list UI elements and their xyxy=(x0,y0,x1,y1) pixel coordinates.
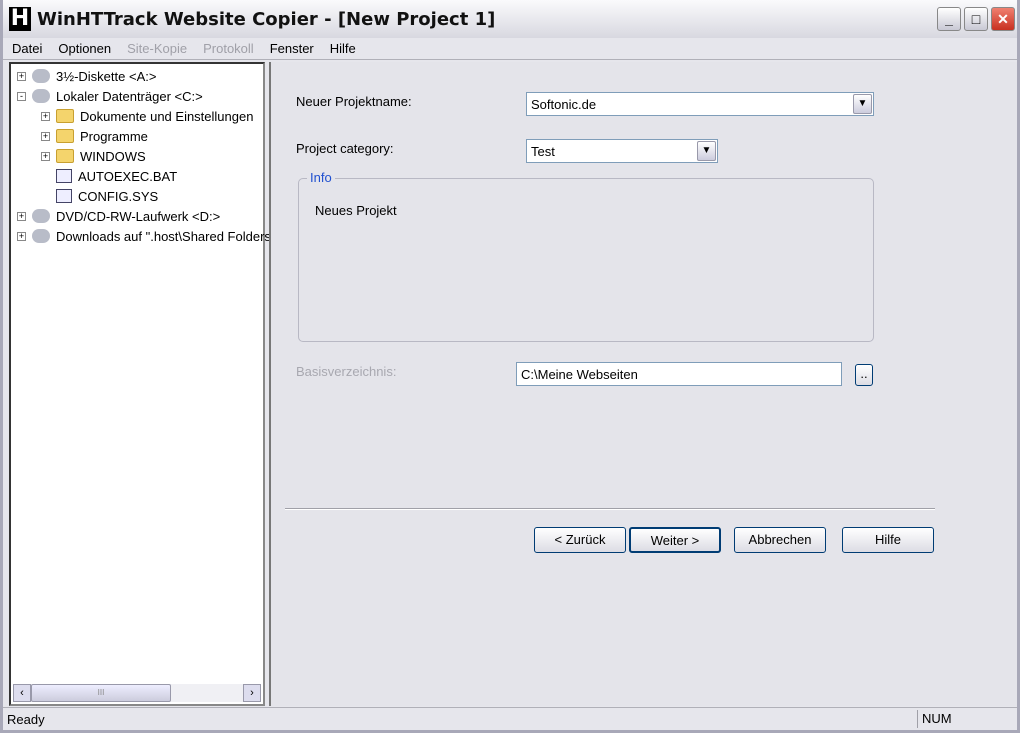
status-text: Ready xyxy=(7,711,45,727)
tree-item-label: CONFIG.SYS xyxy=(78,188,159,204)
next-button[interactable]: Weiter > xyxy=(629,527,721,553)
separator xyxy=(285,508,935,510)
tree-item[interactable]: + Dokumente und Einstellungen xyxy=(41,106,253,126)
tree-item-label: Dokumente und Einstellungen xyxy=(80,108,254,124)
tree-item[interactable]: CONFIG.SYS xyxy=(41,186,158,206)
tree-item[interactable]: AUTOEXEC.BAT xyxy=(41,166,177,186)
maximize-button[interactable]: □ xyxy=(964,7,988,31)
cd-drive-icon xyxy=(32,209,50,223)
info-title: Info xyxy=(307,170,335,185)
tree-item-label: Downloads auf ".host\Shared Folders" xyxy=(56,228,276,244)
tree-item[interactable]: +3½-Diskette <A:> xyxy=(17,66,156,86)
info-group: Info Neues Projekt xyxy=(298,170,874,342)
menu-site-kopie: Site-Kopie xyxy=(127,41,188,56)
tree-item[interactable]: + WINDOWS xyxy=(41,146,146,166)
menu-hilfe[interactable]: Hilfe xyxy=(321,41,363,56)
category-combo[interactable]: Test ▼ xyxy=(526,139,718,163)
hard-drive-icon xyxy=(32,89,50,103)
project-name-value: Softonic.de xyxy=(531,97,597,112)
expand-icon[interactable]: + xyxy=(17,211,26,221)
menu-optionen[interactable]: Optionen xyxy=(49,41,118,56)
folder-icon xyxy=(56,149,74,163)
chevron-down-icon[interactable]: ▼ xyxy=(853,94,872,114)
browse-button[interactable]: .. xyxy=(855,364,873,386)
menu-fenster[interactable]: Fenster xyxy=(261,41,321,56)
menu-protokoll: Protokoll xyxy=(203,41,254,56)
info-text: Neues Projekt xyxy=(315,203,397,218)
project-name-combo[interactable]: Softonic.de ▼ xyxy=(526,92,874,116)
batch-file-icon xyxy=(56,169,72,183)
menu-bar: Datei Optionen Site-Kopie Protokoll Fenster H… xyxy=(3,38,1017,60)
project-name-label: Neuer Projektname: xyxy=(296,94,412,109)
tree-item[interactable]: + Downloads auf ".host\Shared Folders" xyxy=(17,226,276,246)
tree-item[interactable]: - Lokaler Datenträger <C:> xyxy=(17,86,203,106)
expand-icon[interactable]: + xyxy=(41,131,50,141)
tree-item-label: WINDOWS xyxy=(80,148,146,164)
tree-item-label: 3½-Diskette <A:> xyxy=(56,68,157,84)
system-file-icon xyxy=(56,189,72,203)
menu-datei[interactable]: Datei xyxy=(3,41,49,56)
status-bar: Ready NUM xyxy=(3,707,1017,730)
wizard-panel: Neuer Projektname: Softonic.de ▼ Project… xyxy=(269,62,1017,706)
expand-icon[interactable]: + xyxy=(17,71,26,81)
scroll-right-button[interactable]: › xyxy=(243,684,261,702)
base-dir-label: Basisverzeichnis: xyxy=(296,364,397,379)
category-value: Test xyxy=(531,144,555,159)
cancel-button[interactable]: Abbrechen xyxy=(734,527,826,553)
tree-item[interactable]: + Programme xyxy=(41,126,148,146)
network-drive-icon xyxy=(32,229,50,243)
title-bar: H WinHTTrack Website Copier - [New Proje… xyxy=(3,0,1017,38)
folder-icon xyxy=(56,109,74,123)
app-logo-icon: H xyxy=(9,6,31,31)
folder-tree[interactable]: +3½-Diskette <A:> - Lokaler Datenträger <C… xyxy=(9,62,276,706)
tree-item-label: AUTOEXEC.BAT xyxy=(78,168,178,184)
close-button[interactable]: ✕ xyxy=(991,7,1015,31)
minimize-button[interactable]: _ xyxy=(937,7,961,31)
floppy-icon xyxy=(32,69,50,83)
scroll-left-button[interactable]: ‹ xyxy=(13,684,31,702)
chevron-down-icon[interactable]: ▼ xyxy=(697,141,716,161)
tree-item-label: DVD/CD-RW-Laufwerk <D:> xyxy=(56,208,221,224)
num-lock-indicator: NUM xyxy=(917,710,977,728)
expand-icon[interactable]: + xyxy=(41,111,50,121)
collapse-icon[interactable]: - xyxy=(17,91,26,101)
tree-item-label: Lokaler Datenträger <C:> xyxy=(56,88,203,104)
base-dir-value: C:\Meine Webseiten xyxy=(521,367,638,382)
tree-item-label: Programme xyxy=(80,128,148,144)
help-button[interactable]: Hilfe xyxy=(842,527,934,553)
window-title: WinHTTrack Website Copier - [New Project… xyxy=(37,8,496,30)
horizontal-scrollbar[interactable]: ‹ III › xyxy=(13,684,261,702)
expand-icon[interactable]: + xyxy=(17,231,26,241)
tree-item[interactable]: + DVD/CD-RW-Laufwerk <D:> xyxy=(17,206,220,226)
expand-icon[interactable]: + xyxy=(41,151,50,161)
scroll-thumb[interactable]: III xyxy=(31,684,171,702)
folder-icon xyxy=(56,129,74,143)
app-window: H WinHTTrack Website Copier - [New Proje… xyxy=(0,0,1020,733)
back-button[interactable]: < Zurück xyxy=(534,527,626,553)
base-dir-input[interactable]: C:\Meine Webseiten xyxy=(516,362,842,386)
category-label: Project category: xyxy=(296,141,394,156)
